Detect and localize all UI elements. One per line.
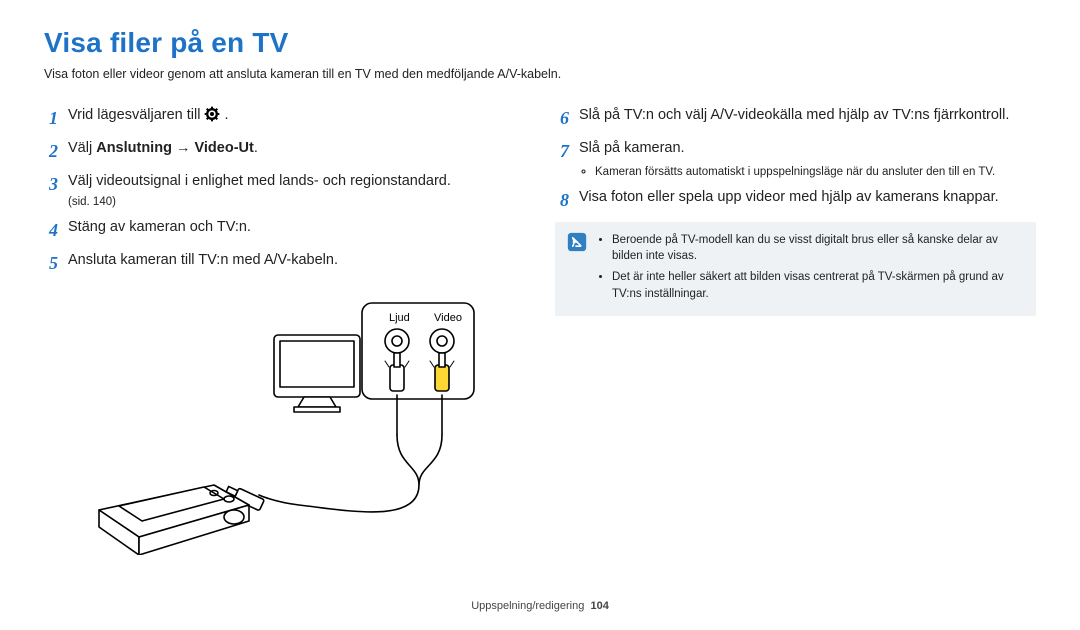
intro-text: Visa foton eller videor genom att anslut… <box>44 67 1036 81</box>
info-item: Det är inte heller säkert att bilden vis… <box>612 269 1024 302</box>
page-title: Visa filer på en TV <box>44 28 1036 59</box>
page-footer: Uppspelning/redigering 104 <box>0 600 1080 612</box>
right-column: 6 Slå på TV:n och välj A/V-videokälla me… <box>555 99 1036 555</box>
step-number: 1 <box>44 105 58 132</box>
step-4: 4 Stäng av kameran och TV:n. <box>44 217 525 244</box>
info-box: Beroende på TV-modell kan du se visst di… <box>555 222 1036 317</box>
step-number: 4 <box>44 217 58 244</box>
step-number: 6 <box>555 105 569 132</box>
step-2: 2 Välj Anslutning → Video-Ut. <box>44 138 525 165</box>
step-7: 7 Slå på kameran. Kameran försätts autom… <box>555 138 1036 181</box>
info-list: Beroende på TV-modell kan du se visst di… <box>597 232 1024 307</box>
step-text: Stäng av kameran och TV:n. <box>68 217 525 239</box>
left-steps: 1 Vrid lägesväljaren till . <box>44 105 525 277</box>
footer-section: Uppspelning/redigering <box>471 600 584 612</box>
step-8: 8 Visa foton eller spela upp videor med … <box>555 187 1036 214</box>
step-number: 8 <box>555 187 569 214</box>
gear-icon <box>204 106 220 122</box>
step-text: Vrid lägesväljaren till . <box>68 105 525 127</box>
step-number: 7 <box>555 138 569 165</box>
left-column: 1 Vrid lägesväljaren till . <box>44 99 525 555</box>
right-steps: 6 Slå på TV:n och välj A/V-videokälla me… <box>555 105 1036 214</box>
step-number: 3 <box>44 171 58 198</box>
step-text: Visa foton eller spela upp videor med hj… <box>579 187 1036 209</box>
step-5: 5 Ansluta kameran till TV:n med A/V-kabe… <box>44 250 525 277</box>
svg-text:Video: Video <box>434 312 462 324</box>
footer-page-number: 104 <box>590 600 608 612</box>
step-text: Slå på kameran. Kameran försätts automat… <box>579 138 1036 181</box>
page-reference: (sid. 140) <box>68 194 525 211</box>
page: Visa filer på en TV Visa foton eller vid… <box>0 0 1080 630</box>
step-number: 5 <box>44 250 58 277</box>
info-item: Beroende på TV-modell kan du se visst di… <box>612 232 1024 265</box>
note-icon <box>567 232 587 252</box>
step-6: 6 Slå på TV:n och välj A/V-videokälla me… <box>555 105 1036 132</box>
step-sub-bullets: Kameran försätts automatiskt i uppspelni… <box>579 164 1036 181</box>
step-text: Välj Anslutning → Video-Ut. <box>68 138 525 160</box>
step-3: 3 Välj videoutsignal i enlighet med land… <box>44 171 525 211</box>
svg-text:Ljud: Ljud <box>389 312 410 324</box>
step-text: Slå på TV:n och välj A/V-videokälla med … <box>579 105 1036 127</box>
step-text: Ansluta kameran till TV:n med A/V-kabeln… <box>68 250 525 272</box>
step-1: 1 Vrid lägesväljaren till . <box>44 105 525 132</box>
step-text: Välj videoutsignal i enlighet med lands-… <box>68 171 525 211</box>
step-number: 2 <box>44 138 58 165</box>
two-column-layout: 1 Vrid lägesväljaren till . <box>44 99 1036 555</box>
connection-illustration: Ljud Video <box>84 295 525 555</box>
sub-bullet: Kameran försätts automatiskt i uppspelni… <box>595 164 1036 181</box>
